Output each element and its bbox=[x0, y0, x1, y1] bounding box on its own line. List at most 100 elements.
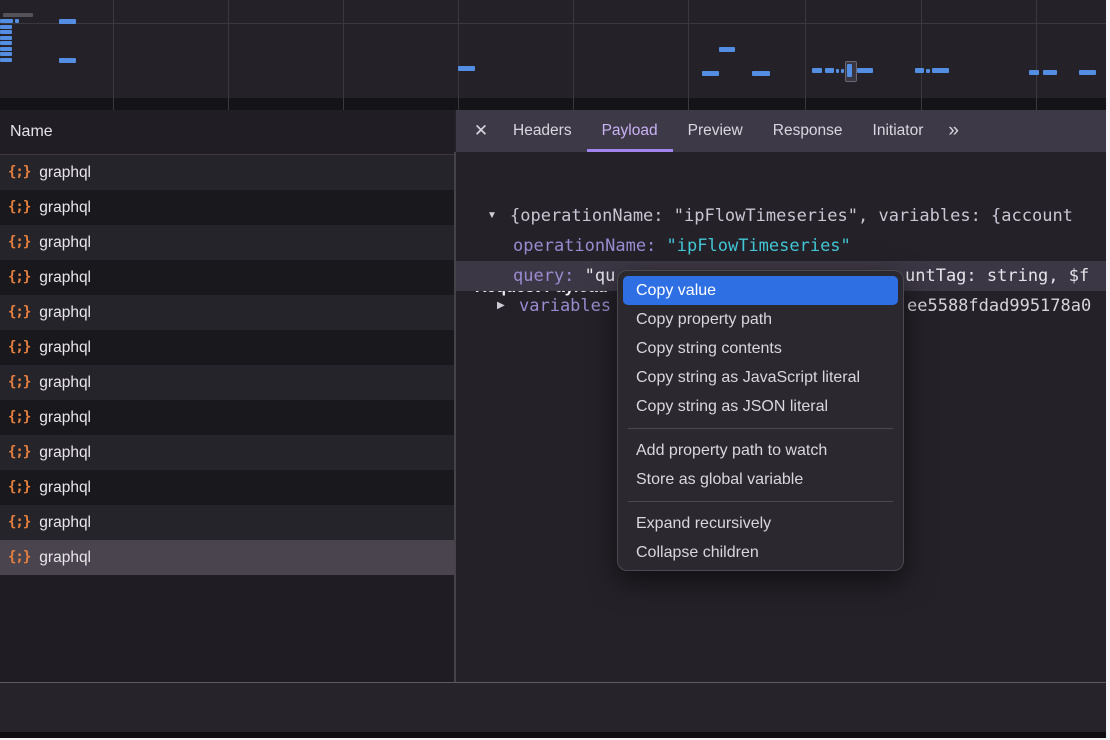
network-overview-timeline[interactable] bbox=[0, 0, 1110, 110]
json-braces-icon: {;} bbox=[8, 295, 30, 330]
overview-request-bar bbox=[15, 19, 19, 23]
payload-preview-row[interactable]: ▼ {operationName: "ipFlowTimeseries", va… bbox=[456, 201, 1106, 231]
overview-gray-bar bbox=[3, 13, 33, 17]
overview-request-bar bbox=[0, 30, 12, 34]
payload-operation-row[interactable]: operationName: "ipFlowTimeseries" bbox=[456, 231, 1106, 261]
overview-gridline bbox=[573, 0, 574, 110]
overview-gridline bbox=[113, 0, 114, 110]
menu-item-copy-value[interactable]: Copy value bbox=[623, 276, 898, 305]
menu-item-expand-recursively[interactable]: Expand recursively bbox=[623, 509, 898, 538]
overview-gridline bbox=[1036, 0, 1037, 110]
overview-request-bar bbox=[836, 69, 839, 73]
overview-request-bar bbox=[59, 19, 76, 24]
tabs-container: HeadersPayloadPreviewResponseInitiator bbox=[498, 110, 938, 152]
request-name-label: graphql bbox=[39, 540, 91, 575]
network-request-row[interactable]: {;}graphql bbox=[0, 190, 454, 225]
request-name-label: graphql bbox=[39, 330, 91, 365]
payload-preview-text: {operationName: "ipFlowTimeseries", vari… bbox=[510, 201, 1073, 231]
query-key: query: bbox=[513, 266, 574, 286]
more-tabs-chevron-icon[interactable]: » bbox=[938, 110, 967, 152]
json-braces-icon: {;} bbox=[8, 225, 30, 260]
network-request-row[interactable]: {;}graphql bbox=[0, 260, 454, 295]
menu-item-store-as-global-variable[interactable]: Store as global variable bbox=[623, 465, 898, 494]
overview-request-bar bbox=[0, 41, 12, 45]
overview-request-bar bbox=[0, 36, 12, 40]
menu-divider bbox=[628, 501, 893, 502]
network-request-list-panel: Name {;}graphql{;}graphql{;}graphql{;}gr… bbox=[0, 110, 454, 735]
network-request-row[interactable]: {;} graphql bbox=[0, 330, 454, 365]
network-request-row[interactable]: {;} graphql bbox=[0, 295, 454, 330]
json-braces-icon: {;} bbox=[8, 190, 30, 225]
detail-tabbar: ✕ HeadersPayloadPreviewResponseInitiator… bbox=[456, 110, 1106, 152]
request-name-label: graphql bbox=[39, 225, 91, 260]
network-request-row[interactable]: {;}graphql bbox=[0, 365, 454, 400]
menu-item-copy-string-as-javascript-literal[interactable]: Copy string as JavaScript literal bbox=[623, 363, 898, 392]
overview-request-bar bbox=[1079, 70, 1096, 75]
expanded-triangle-icon[interactable]: ▼ bbox=[487, 201, 497, 231]
network-request-row[interactable]: {;}graphql bbox=[0, 435, 454, 470]
tab-response[interactable]: Response bbox=[758, 110, 858, 152]
variables-value-fragment: ee5588fdad995178a0 bbox=[907, 291, 1091, 321]
overview-request-bar bbox=[0, 19, 13, 23]
overview-gridline bbox=[688, 0, 689, 110]
operation-name-key: operationName: bbox=[513, 236, 656, 256]
overview-gridline bbox=[805, 0, 806, 110]
name-column-label: Name bbox=[0, 123, 53, 140]
overview-horizontal-divider bbox=[0, 23, 1110, 24]
operation-name-value: "ipFlowTimeseries" bbox=[667, 236, 851, 256]
network-request-row[interactable]: {;}graphql bbox=[0, 400, 454, 435]
overview-hover-marker-bar bbox=[847, 64, 852, 77]
json-braces-icon: {;} bbox=[8, 330, 30, 365]
request-name-label: graphql bbox=[39, 295, 91, 330]
overview-request-bar bbox=[841, 69, 844, 73]
overview-request-bar bbox=[59, 58, 76, 63]
tab-payload[interactable]: Payload bbox=[587, 110, 673, 152]
menu-divider bbox=[628, 428, 893, 429]
menu-item-collapse-children[interactable]: Collapse children bbox=[623, 538, 898, 567]
menu-item-add-property-path-to-watch[interactable]: Add property path to watch bbox=[623, 436, 898, 465]
overview-request-bar bbox=[458, 66, 475, 71]
name-column-header[interactable]: Name bbox=[0, 110, 454, 155]
overview-gridline bbox=[343, 0, 344, 110]
network-rows: {;} graphql {;} graphql {;} graphql {;} graphql… bbox=[0, 155, 454, 575]
collapsed-triangle-icon[interactable]: ▶ bbox=[497, 291, 505, 321]
menu-item-copy-string-as-json-literal[interactable]: Copy string as JSON literal bbox=[623, 392, 898, 421]
overview-request-bar bbox=[857, 68, 873, 73]
network-request-row[interactable]: {;} graphql bbox=[0, 540, 454, 575]
overview-gridline bbox=[921, 0, 922, 110]
network-request-row[interactable]: {;}graphql bbox=[0, 470, 454, 505]
menu-item-copy-string-contents[interactable]: Copy string contents bbox=[623, 334, 898, 363]
overview-request-bar bbox=[812, 68, 822, 73]
tab-headers[interactable]: Headers bbox=[498, 110, 587, 152]
json-braces-icon: {;} bbox=[8, 505, 30, 540]
overview-request-bar bbox=[702, 71, 719, 76]
query-value-start: "qu bbox=[585, 266, 616, 286]
overview-request-bar bbox=[915, 68, 924, 73]
menu-item-copy-property-path[interactable]: Copy property path bbox=[623, 305, 898, 334]
overview-request-bar bbox=[719, 47, 735, 52]
overview-gridline bbox=[228, 0, 229, 110]
request-name-label: graphql bbox=[39, 260, 91, 295]
overview-hover-marker bbox=[845, 61, 857, 82]
overview-request-bar bbox=[0, 25, 12, 29]
status-footer bbox=[0, 683, 1110, 732]
tab-initiator[interactable]: Initiator bbox=[858, 110, 939, 152]
overview-request-bar bbox=[825, 68, 834, 73]
request-name-label: graphql bbox=[39, 155, 91, 190]
network-request-row[interactable]: {;}graphql bbox=[0, 505, 454, 540]
tab-preview[interactable]: Preview bbox=[673, 110, 758, 152]
close-icon[interactable]: ✕ bbox=[464, 110, 498, 152]
operation-name-entry: operationName: "ipFlowTimeseries" bbox=[513, 231, 851, 261]
network-request-row[interactable]: {;}graphql bbox=[0, 155, 454, 190]
overview-request-bar bbox=[0, 58, 12, 62]
overview-request-bar bbox=[1043, 70, 1057, 75]
overview-request-bar bbox=[0, 47, 12, 51]
request-name-label: graphql bbox=[39, 435, 91, 470]
overview-request-bar bbox=[752, 71, 770, 76]
network-request-row[interactable]: {;} graphql bbox=[0, 225, 454, 260]
overview-gridline bbox=[458, 0, 459, 110]
request-name-label: graphql bbox=[39, 400, 91, 435]
query-entry: query: "qu bbox=[513, 261, 615, 291]
panel-splitter[interactable] bbox=[454, 152, 456, 735]
json-braces-icon: {;} bbox=[8, 540, 30, 575]
